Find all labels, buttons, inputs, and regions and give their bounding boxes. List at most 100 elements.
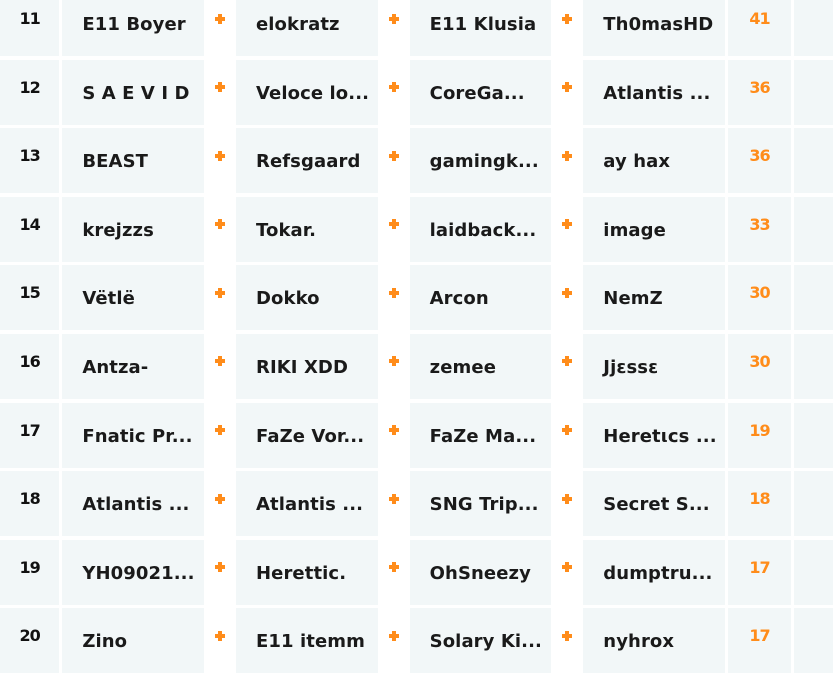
plus-icon — [214, 630, 225, 641]
plus-icon — [562, 219, 573, 230]
plus-icon — [214, 356, 225, 367]
plus-icon — [562, 356, 573, 367]
rank-cell: 12 — [0, 59, 60, 125]
plus-separator — [204, 265, 236, 330]
extra-column-cell — [794, 128, 833, 194]
plus-icon — [562, 630, 573, 641]
player-name-3: SNG Trip... — [409, 471, 552, 537]
player-name-1: Zino — [62, 608, 204, 674]
plus-separator — [551, 608, 583, 673]
player-name-4: Heretιcs ... — [583, 402, 725, 468]
plus-separator — [551, 334, 583, 399]
player-name-3: Arcon — [409, 265, 552, 331]
extra-column-cell — [794, 0, 833, 56]
plus-icon — [388, 219, 399, 230]
table-row: 14 krejzzs Tokar. laidback... image 33 — [0, 196, 833, 262]
player-name-4: image — [583, 196, 725, 262]
plus-icon — [562, 82, 573, 93]
player-name-1: S A E V I D — [62, 59, 204, 125]
extra-column-cell — [794, 196, 833, 262]
table-row: 11 E11 Boyer elokratz E11 Klusia Th0masH… — [0, 0, 833, 56]
player-name-4: dumptru... — [583, 539, 725, 605]
player-name-4: nyhrox — [583, 608, 725, 674]
player-name-3: Solary Ki... — [409, 608, 552, 674]
plus-icon — [214, 150, 225, 161]
plus-separator — [378, 608, 410, 673]
plus-separator — [551, 0, 583, 56]
plus-icon — [214, 425, 225, 436]
plus-separator — [378, 471, 410, 536]
player-name-1: BEAST — [62, 128, 204, 194]
table-row: 19 YH09021... Herettic. OhSneezy dumptru… — [0, 539, 833, 605]
plus-separator — [378, 540, 410, 605]
plus-separator — [204, 540, 236, 605]
player-name-1: Antza- — [62, 333, 204, 399]
plus-icon — [562, 13, 573, 24]
plus-separator — [204, 60, 236, 125]
extra-column-cell — [794, 402, 833, 468]
player-name-4: Atlantis ... — [583, 59, 725, 125]
table-row: 16 Antza- RIKI XDD zemee Jjɛssɛ 30 — [0, 333, 833, 399]
player-name-4: NemZ — [583, 265, 725, 331]
score-cell: 17 — [727, 608, 792, 674]
plus-icon — [214, 219, 225, 230]
plus-separator — [378, 197, 410, 262]
plus-icon — [562, 150, 573, 161]
plus-icon — [388, 356, 399, 367]
extra-column-cell — [794, 265, 833, 331]
rank-cell: 16 — [0, 333, 60, 399]
player-name-1: E11 Boyer — [62, 0, 204, 56]
plus-separator — [204, 608, 236, 673]
plus-separator — [551, 540, 583, 605]
player-name-1: Atlantis ... — [62, 471, 204, 537]
plus-separator — [378, 0, 410, 56]
plus-icon — [388, 562, 399, 573]
plus-separator — [551, 60, 583, 125]
plus-icon — [214, 13, 225, 24]
plus-icon — [388, 13, 399, 24]
plus-separator — [204, 471, 236, 536]
score-cell: 36 — [727, 59, 792, 125]
rank-cell: 15 — [0, 265, 60, 331]
player-name-2: Refsgaard — [235, 128, 378, 194]
plus-separator — [204, 403, 236, 468]
player-name-1: Fnatic Pr... — [62, 402, 204, 468]
player-name-2: FaZe Vor... — [235, 402, 378, 468]
plus-separator — [551, 265, 583, 330]
plus-separator — [378, 334, 410, 399]
extra-column-cell — [794, 471, 833, 537]
plus-icon — [562, 287, 573, 298]
score-cell: 30 — [727, 333, 792, 399]
rank-cell: 18 — [0, 471, 60, 537]
plus-separator — [378, 403, 410, 468]
plus-icon — [562, 562, 573, 573]
leaderboard-table: 11 E11 Boyer elokratz E11 Klusia Th0masH… — [0, 0, 833, 677]
player-name-2: elokratz — [235, 0, 378, 56]
player-name-3: zemee — [409, 333, 552, 399]
score-cell: 19 — [727, 402, 792, 468]
player-name-2: RIKI XDD — [235, 333, 378, 399]
rank-cell: 19 — [0, 539, 60, 605]
player-name-2: Veloce lo... — [235, 59, 378, 125]
player-name-4: Jjɛssɛ — [583, 333, 725, 399]
plus-separator — [378, 60, 410, 125]
player-name-4: ay hax — [583, 128, 725, 194]
plus-icon — [562, 425, 573, 436]
plus-icon — [388, 493, 399, 504]
plus-separator — [204, 197, 236, 262]
plus-separator — [204, 128, 236, 193]
table-row: 20 Zino E11 itemm Solary Ki... nyhrox 17 — [0, 608, 833, 674]
rank-cell: 11 — [0, 0, 60, 56]
table-row: 13 BEAST Refsgaard gamingk... ay hax 36 — [0, 128, 833, 194]
player-name-2: Tokar. — [235, 196, 378, 262]
plus-icon — [388, 82, 399, 93]
plus-icon — [388, 425, 399, 436]
score-cell: 30 — [727, 265, 792, 331]
rank-cell: 13 — [0, 128, 60, 194]
extra-column-cell — [794, 608, 833, 674]
extra-column-cell — [794, 333, 833, 399]
score-cell: 33 — [727, 196, 792, 262]
player-name-1: YH09021... — [62, 539, 204, 605]
player-name-3: gamingk... — [409, 128, 552, 194]
plus-icon — [388, 630, 399, 641]
